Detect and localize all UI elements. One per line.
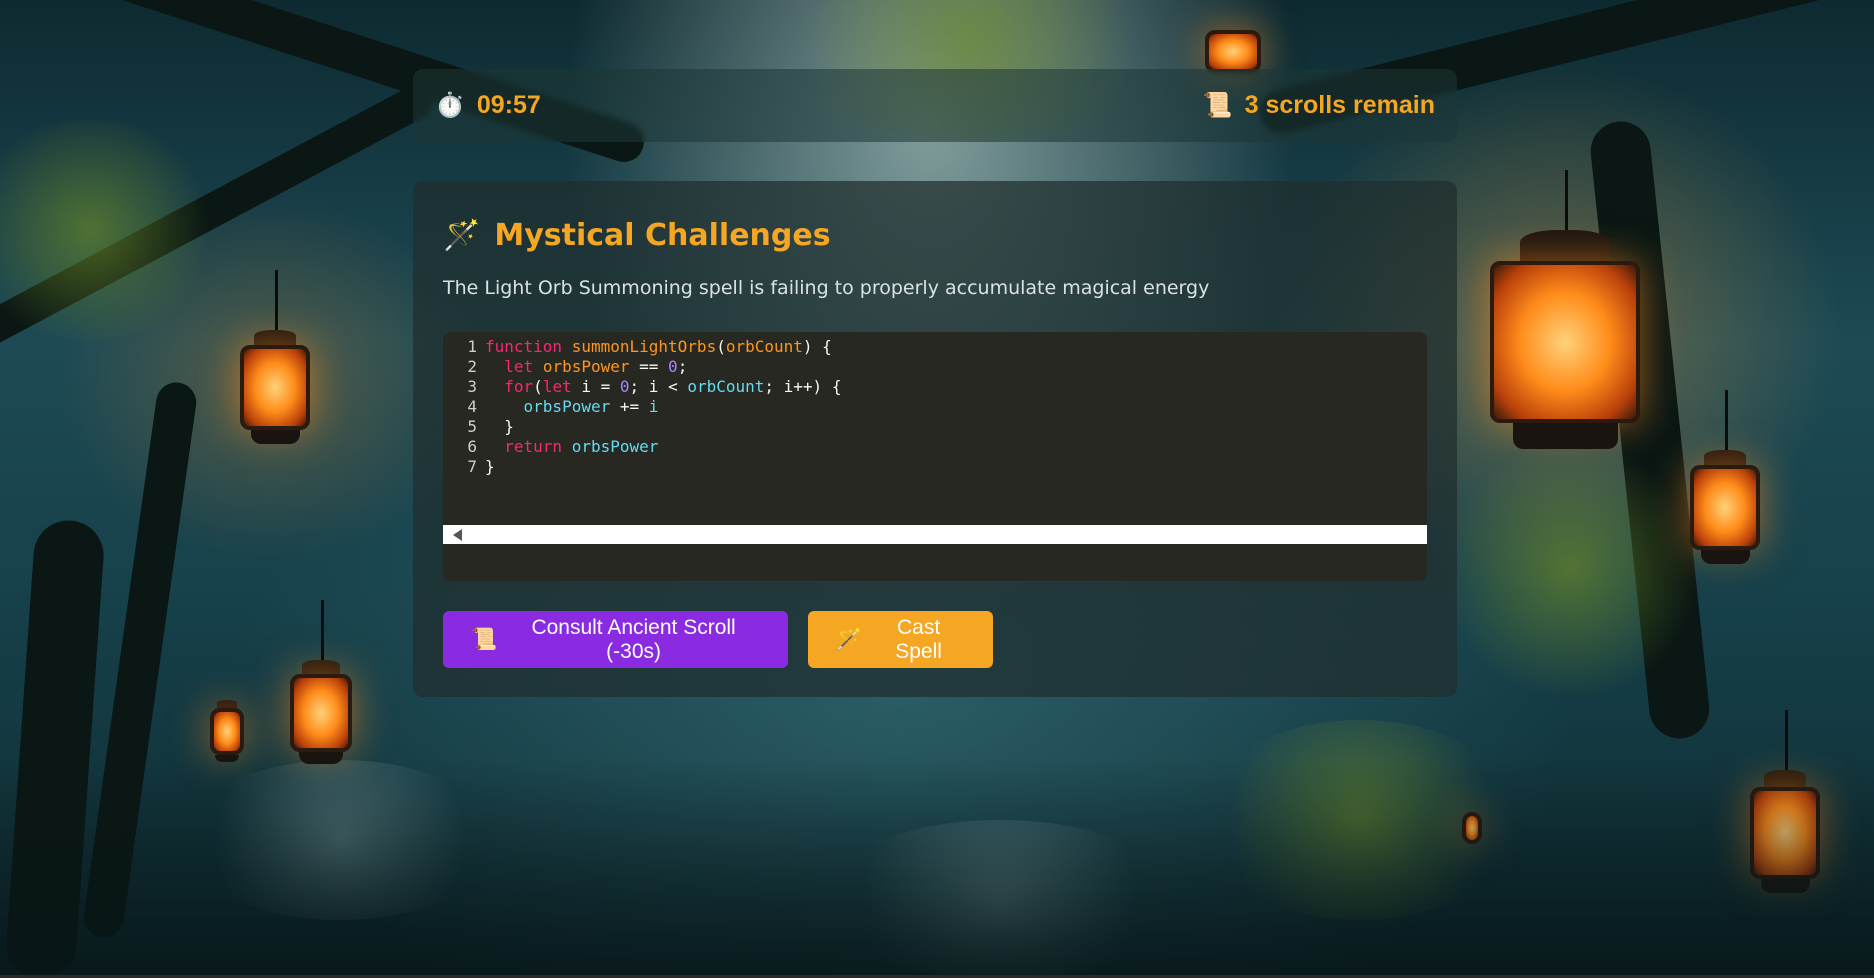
line-number: 5 [467,417,477,436]
line-number: 7 [467,457,477,476]
line-number: 4 [467,397,477,416]
horizontal-scrollbar[interactable] [443,525,1427,544]
challenge-description: The Light Orb Summoning spell is failing… [443,277,1210,299]
scroll-left-arrow-icon[interactable] [453,528,462,541]
scroll-icon: 📜 [471,627,498,651]
stopwatch-icon: ⏱️ [435,92,465,119]
scrolls-remaining-text: 3 scrolls remain [1244,91,1435,119]
cast-spell-label: Cast Spell [895,615,942,663]
cast-spell-button[interactable]: 🪄 Cast Spell [808,611,993,668]
line-number: 3 [467,377,477,396]
line-number: 2 [467,357,477,376]
scrolls-remaining: 📜 3 scrolls remain [1203,91,1435,120]
code-content[interactable]: 1 function summonLightOrbs(orbCount) { 2 … [443,332,1427,477]
magic-wand-icon: 🪄 [836,627,863,651]
panel-title-text: Mystical Challenges [494,217,831,253]
code-line: 2 let orbsPower == 0; [443,357,1427,377]
magic-wand-icon: 🪄 [443,217,481,253]
code-line: 1 function summonLightOrbs(orbCount) { [443,337,1427,357]
consult-scroll-button[interactable]: 📜 Consult Ancient Scroll (-30s) [443,611,788,668]
line-number: 6 [467,437,477,456]
action-buttons: 📜 Consult Ancient Scroll (-30s) 🪄 Cast S… [443,611,1427,668]
status-bar: ⏱️ 09:57 📜 3 scrolls remain [413,69,1457,142]
timer: ⏱️ 09:57 [435,91,541,120]
challenge-panel: 🪄 Mystical Challenges The Light Orb Summ… [413,181,1457,697]
code-line: 5 } [443,417,1427,437]
line-number: 1 [467,337,477,356]
consult-scroll-label: Consult Ancient Scroll (-30s) [531,615,736,663]
scroll-icon: 📜 [1202,92,1233,119]
panel-title: 🪄 Mystical Challenges [443,215,1427,255]
code-line: 3 for(let i = 0; i < orbCount; i++) { [443,377,1427,397]
timer-value: 09:57 [476,91,541,119]
code-line: 6 return orbsPower [443,437,1427,457]
code-line: 4 orbsPower += i [443,397,1427,417]
code-line: 7} [443,457,1427,477]
code-editor[interactable]: 1 function summonLightOrbs(orbCount) { 2 … [443,332,1427,581]
